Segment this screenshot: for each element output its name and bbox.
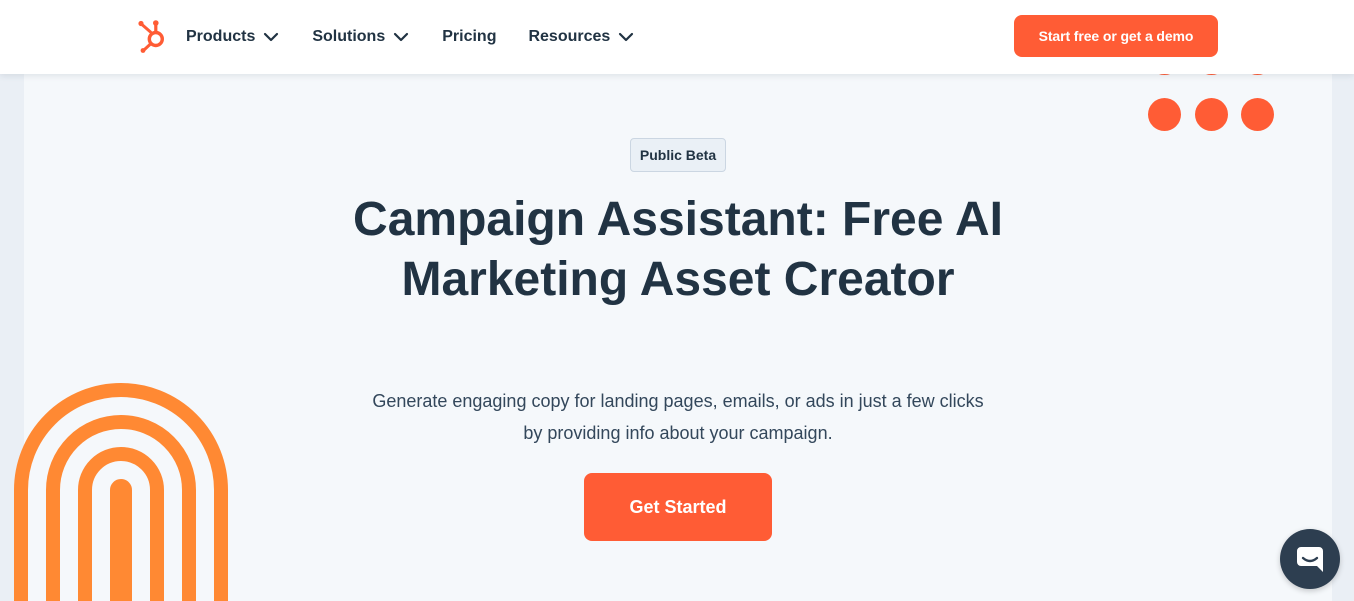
page-title: Campaign Assistant: Free AI Marketing As… xyxy=(353,193,1003,306)
nav-item-label: Solutions xyxy=(312,28,386,45)
get-started-button[interactable]: Get Started xyxy=(584,473,772,541)
public-beta-badge: Public Beta xyxy=(630,138,726,172)
start-free-demo-button[interactable]: Start free or get a demo xyxy=(1014,15,1218,57)
chat-widget-button[interactable] xyxy=(1280,529,1340,589)
site-header: Products Solutions Pricing Resources Sta… xyxy=(0,0,1354,74)
chat-bubble-icon xyxy=(1297,547,1323,572)
page: Products Solutions Pricing Resources Sta… xyxy=(0,0,1354,601)
main-nav: Products Solutions Pricing Resources xyxy=(186,0,667,74)
nav-item-pricing[interactable]: Pricing xyxy=(442,28,496,46)
page-subtitle: Generate engaging copy for landing pages… xyxy=(372,391,984,443)
chevron-down-icon xyxy=(264,32,279,42)
hubspot-logo-icon[interactable] xyxy=(137,19,169,53)
nav-item-solutions[interactable]: Solutions xyxy=(312,28,409,46)
decorative-dot xyxy=(1148,98,1181,131)
decorative-arches xyxy=(14,383,228,601)
nav-item-label: Products xyxy=(186,28,256,45)
chevron-down-icon xyxy=(394,32,409,42)
nav-item-label: Pricing xyxy=(442,28,497,45)
nav-item-resources[interactable]: Resources xyxy=(528,28,634,46)
nav-item-label: Resources xyxy=(528,28,611,45)
chevron-down-icon xyxy=(619,32,634,42)
nav-item-products[interactable]: Products xyxy=(186,28,279,46)
decorative-dot xyxy=(1195,98,1228,131)
decorative-dot xyxy=(1241,98,1274,131)
